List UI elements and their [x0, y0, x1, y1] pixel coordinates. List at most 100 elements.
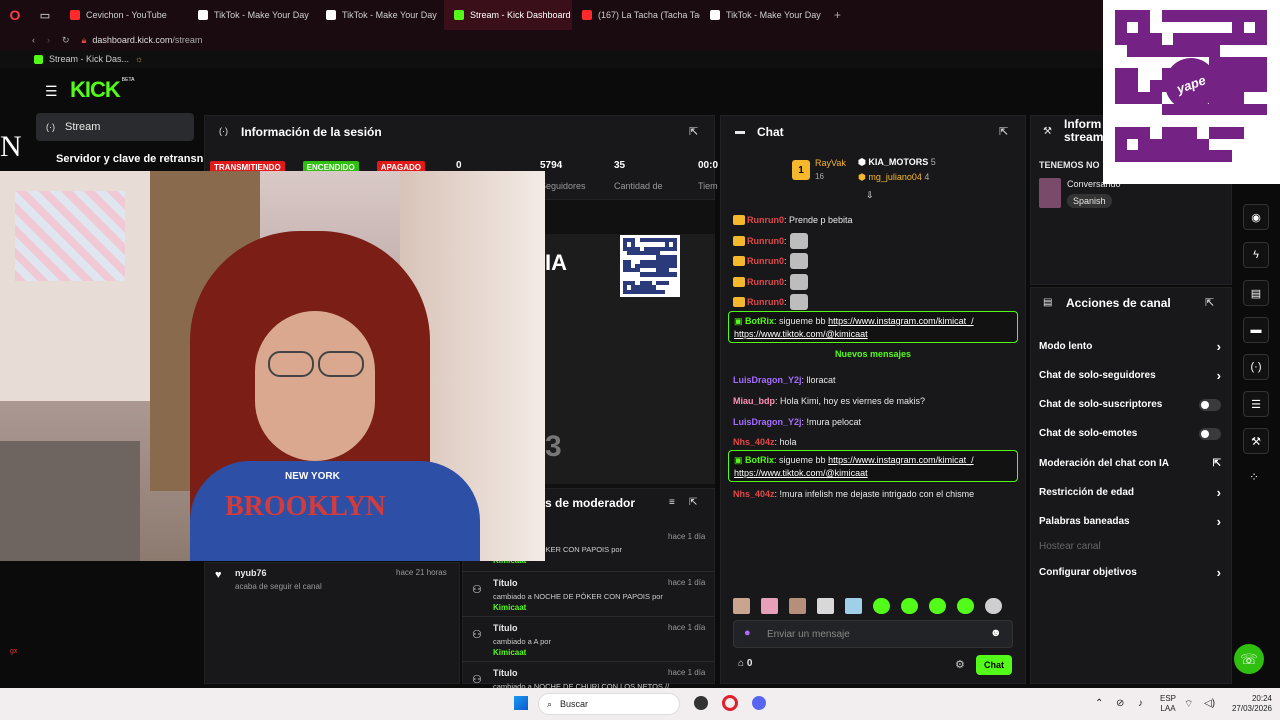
browser-tab[interactable]: Cevichon - YouTube — [60, 0, 188, 30]
points-counter[interactable]: ⌂ 0 — [738, 658, 752, 669]
chat-username[interactable]: Runrun0 — [747, 277, 784, 287]
tray-volume-icon[interactable]: ◁) — [1204, 698, 1215, 709]
qr-cell — [1115, 33, 1127, 46]
emote-icon[interactable] — [845, 598, 862, 614]
filter-icon[interactable]: ≡ — [669, 497, 675, 508]
new-tab-button[interactable]: + — [828, 8, 841, 22]
nav-item-stream[interactable]: (·) Stream — [36, 113, 194, 141]
gifter-3-name[interactable]: mg_juliano04 — [868, 172, 922, 182]
discord-taskbar-icon[interactable] — [752, 696, 766, 710]
tray-chevron-icon[interactable]: ⌃ — [1095, 698, 1103, 709]
qr-cell — [1220, 33, 1232, 46]
emoji-icon[interactable]: ☻ — [990, 627, 1002, 639]
kick-logo[interactable]: KICK — [70, 77, 121, 103]
rail-chat-icon[interactable]: ▬ — [1243, 317, 1269, 343]
bot-username[interactable]: BotRix — [745, 316, 774, 326]
channel-action-row[interactable]: Chat de solo-emotes — [1039, 424, 1221, 444]
chat-input[interactable]: ● Enviar un mensaje ☻ — [733, 620, 1013, 648]
rail-extensions-icon[interactable]: ⁘ — [1249, 470, 1259, 484]
browser-tab[interactable]: Stream - Kick Dashboard — [444, 0, 572, 30]
taskbar-search[interactable]: ⌕ Buscar — [538, 693, 680, 715]
bot-link-tiktok[interactable]: https://www.tiktok.com/@kimicaat — [734, 329, 868, 339]
mic-icon[interactable]: ● — [744, 627, 751, 639]
category-thumbnail[interactable] — [1039, 178, 1061, 208]
popout-icon[interactable]: ⇱ — [999, 125, 1008, 138]
rail-camera-icon[interactable]: ◉ — [1243, 204, 1269, 230]
rail-wrench-icon[interactable]: ⚒ — [1243, 428, 1269, 454]
channel-action-row[interactable]: Restricción de edad › — [1039, 483, 1221, 503]
send-chat-button[interactable]: Chat — [976, 655, 1012, 675]
rail-broadcast-icon[interactable]: (·) — [1243, 354, 1269, 380]
server-key-heading[interactable]: Servidor y clave de retransn — [56, 153, 203, 165]
browser-tab[interactable]: TikTok - Make Your Day — [188, 0, 316, 30]
browser-tab[interactable]: TikTok - Make Your Day — [316, 0, 444, 30]
bot-link-instagram[interactable]: https://www.instagram.com/kimicat_/ — [828, 455, 974, 465]
popout-icon[interactable]: ⇱ — [1205, 296, 1214, 309]
emote-icon[interactable] — [733, 598, 750, 614]
emote-icon[interactable] — [957, 598, 974, 614]
emote-icon[interactable] — [985, 598, 1002, 614]
popout-icon[interactable]: ⇱ — [689, 497, 697, 508]
bookmark-extension-icon[interactable]: ☼ — [135, 54, 143, 64]
emote-icon[interactable] — [873, 598, 890, 614]
tray-wifi-icon[interactable]: ⌔ — [1184, 698, 1193, 711]
emote-icon[interactable] — [817, 598, 834, 614]
tray-network-icon[interactable]: ⊘ — [1116, 698, 1124, 709]
chat-username[interactable]: Nhs_404z — [733, 489, 775, 499]
browser-tab[interactable]: (167) La Tacha (Tacha Tac — [572, 0, 700, 30]
chat-username[interactable]: LuisDragon_Y2j — [733, 417, 802, 427]
tray-language[interactable]: ESP LAA — [1160, 694, 1176, 714]
follower-name[interactable]: nyub76 — [235, 568, 267, 578]
toggle-switch[interactable] — [1199, 398, 1221, 411]
chat-username[interactable]: Nhs_404z — [733, 437, 775, 447]
qr-cell — [1138, 138, 1151, 151]
taskbar-app-icon[interactable] — [694, 696, 708, 710]
chat-username[interactable]: Runrun0 — [747, 297, 784, 307]
channel-action-row[interactable]: Palabras baneadas › — [1039, 512, 1221, 532]
back-icon[interactable]: ‹ — [32, 35, 35, 45]
emote-icon[interactable] — [761, 598, 778, 614]
qr-cell — [1185, 45, 1197, 57]
bookmark-stream[interactable]: Stream - Kick Das... — [49, 54, 129, 64]
bot-username[interactable]: BotRix — [745, 455, 774, 465]
tray-clock[interactable]: 20:24 27/03/2026 — [1226, 694, 1272, 714]
gifter-2-name[interactable]: KIA_MOTORS — [868, 157, 928, 167]
emote-icon[interactable] — [929, 598, 946, 614]
hamburger-menu-icon[interactable]: ☰ — [45, 83, 58, 100]
rail-document-icon[interactable]: ▤ — [1243, 280, 1269, 306]
rail-lightning-icon[interactable]: ϟ — [1243, 242, 1269, 268]
emote-icon[interactable] — [789, 598, 806, 614]
chat-username[interactable]: Runrun0 — [747, 215, 784, 225]
channel-action-row[interactable]: Modo lento › — [1039, 336, 1221, 356]
chat-username[interactable]: Runrun0 — [747, 256, 784, 266]
channel-action-row[interactable]: Moderación del chat con IA ⇱ — [1039, 453, 1221, 473]
qr-cell — [1127, 22, 1139, 34]
browser-tab[interactable]: TikTok - Make Your Day — [700, 0, 828, 30]
windows-start-icon[interactable] — [514, 696, 528, 710]
url-field[interactable]: dashboard.kick.com/stream — [92, 35, 202, 45]
support-chat-button[interactable]: ☏ — [1234, 644, 1264, 674]
chat-username[interactable]: Miau_bdp — [733, 396, 775, 406]
forward-icon[interactable]: › — [47, 35, 50, 45]
top-gifter-name[interactable]: RayVak — [815, 158, 846, 168]
rail-list-icon[interactable]: ☰ — [1243, 391, 1269, 417]
bot-link-instagram[interactable]: https://www.instagram.com/kimicat_/ — [828, 316, 974, 326]
channel-action-row[interactable]: Chat de solo-suscriptores — [1039, 395, 1221, 415]
opera-menu-icon[interactable]: O — [0, 0, 30, 30]
channel-action-row[interactable]: Chat de solo-seguidores › — [1039, 365, 1221, 385]
expand-gifters-icon[interactable]: ⇩ — [866, 190, 874, 201]
bot-link-tiktok[interactable]: https://www.tiktok.com/@kimicaat — [734, 468, 868, 478]
mod-action-user[interactable]: Kimicaat — [493, 603, 526, 612]
reload-icon[interactable]: ↻ — [62, 35, 70, 46]
popout-icon[interactable]: ⇱ — [689, 125, 698, 138]
chat-username[interactable]: Runrun0 — [747, 236, 784, 246]
toggle-switch[interactable] — [1199, 427, 1221, 440]
emote-icon[interactable] — [901, 598, 918, 614]
tab-manager-icon[interactable]: ▭ — [30, 0, 60, 30]
chat-username[interactable]: LuisDragon_Y2j — [733, 375, 802, 385]
mod-action-user[interactable]: Kimicaat — [493, 648, 526, 657]
action-configure-goals[interactable]: Configurar objetivos › — [1039, 562, 1221, 582]
chat-settings-icon[interactable]: ⚙ — [955, 658, 965, 671]
opera-taskbar-icon[interactable] — [722, 695, 738, 711]
tray-mic-icon[interactable]: ♪ — [1138, 698, 1143, 709]
